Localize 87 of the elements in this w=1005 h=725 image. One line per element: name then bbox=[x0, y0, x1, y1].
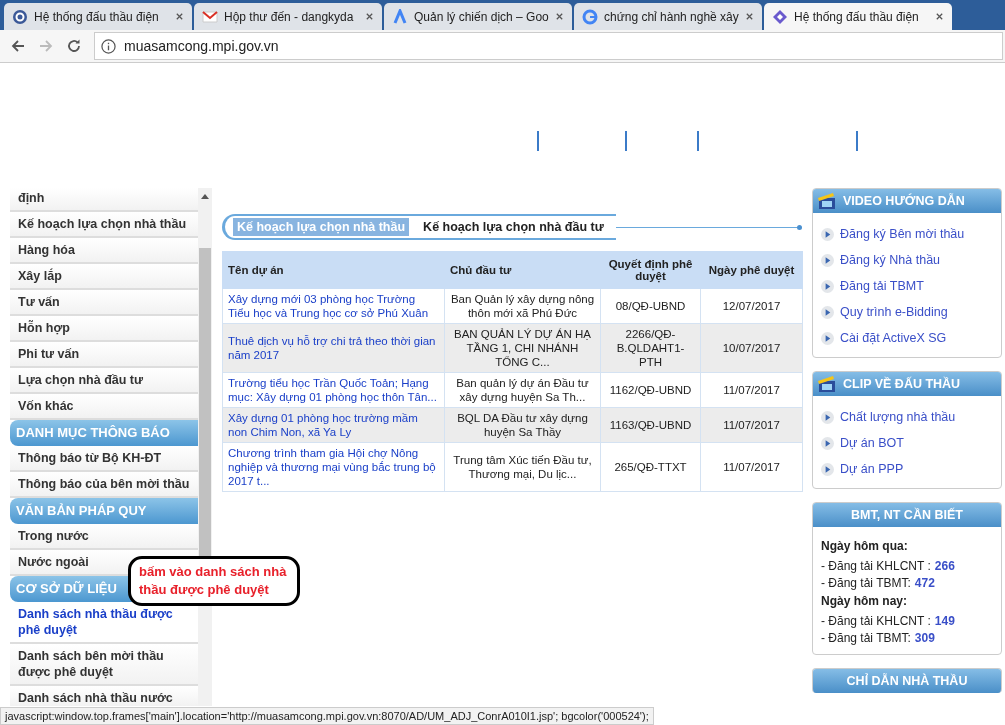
column-header: Tên dự án bbox=[222, 251, 445, 289]
stats-value[interactable]: 149 bbox=[934, 614, 955, 628]
play-bullet-icon bbox=[821, 253, 834, 267]
project-link[interactable]: Chương trình tham gia Hội chợ Nông nghiệp và thương mại vùng bắc trung bộ 2017 t... bbox=[222, 442, 445, 492]
close-icon[interactable] bbox=[175, 12, 184, 21]
table-cell: 11/07/2017 bbox=[700, 407, 803, 443]
table-cell: 08/QĐ-UBND bbox=[600, 288, 701, 324]
browser-tab[interactable]: Quản lý chiến dịch – Goo bbox=[384, 3, 572, 30]
play-bullet-icon bbox=[821, 227, 834, 241]
panel-link[interactable]: Quy trình e-Bidding bbox=[840, 305, 948, 319]
close-icon[interactable] bbox=[935, 12, 944, 21]
project-link[interactable]: Xây dựng 01 phòng học trường mầm non Chim Non, xã Ya Ly bbox=[222, 407, 445, 443]
table-cell: 12/07/2017 bbox=[700, 288, 803, 324]
project-link[interactable]: Thuê dịch vụ hỗ trợ chi trả theo thời gian năm 2017 bbox=[222, 323, 445, 373]
stats-value[interactable]: 309 bbox=[914, 631, 935, 645]
section-header: VĂN BẢN PHÁP QUY bbox=[10, 498, 198, 524]
panel-link[interactable]: Chất lượng nhà thầu bbox=[840, 410, 956, 424]
url-text: muasamcong.mpi.gov.vn bbox=[124, 38, 279, 54]
table-cell: 2266/QĐ-B.QLDAHT1-PTH bbox=[600, 323, 701, 373]
close-icon[interactable] bbox=[365, 12, 374, 21]
table-cell: 1163/QĐ-UBND bbox=[600, 407, 701, 443]
panel-link[interactable]: Cài đặt ActiveX SG bbox=[840, 331, 947, 345]
tab-title: Hộp thư đến - dangkyda bbox=[224, 9, 355, 24]
table-cell: BAN QUẢN LÝ DỰ ÁN HẠ TẦNG 1, CHI NHÁNH TỔNG C... bbox=[444, 323, 601, 373]
tab-title: Hệ thống đấu thầu điện bbox=[34, 9, 160, 24]
play-bullet-icon bbox=[821, 462, 834, 476]
table-cell: 10/07/2017 bbox=[700, 323, 803, 373]
column-header: Quyết định phê duyệt bbox=[600, 251, 701, 289]
table-cell: Ban quản lý dự án Đầu tư xây dựng huyện Sa Th... bbox=[444, 372, 601, 408]
panel-title: VIDEO HƯỚNG DẪN bbox=[843, 194, 965, 208]
clapperboard-icon bbox=[817, 375, 837, 393]
reload-icon[interactable] bbox=[66, 38, 82, 54]
stats-heading: Ngày hôm nay: bbox=[821, 594, 908, 608]
browser-tab[interactable]: Hệ thống đấu thầu điện bbox=[4, 3, 192, 30]
panel-title: CLIP VỀ ĐẤU THẦU bbox=[843, 377, 961, 391]
column-header: Chủ đầu tư bbox=[444, 251, 601, 289]
play-bullet-icon bbox=[821, 410, 834, 424]
browser-tab[interactable]: chứng chỉ hành nghề xây bbox=[574, 3, 762, 30]
favicon-icon bbox=[12, 8, 28, 25]
table-cell: 265/QĐ-TTXT bbox=[600, 442, 701, 492]
table-cell: Ban Quản lý xây dựng nông thôn mới xã Phú Đức bbox=[444, 288, 601, 324]
play-bullet-icon bbox=[821, 331, 834, 345]
info-icon bbox=[101, 38, 116, 54]
section-header: DANH MỤC THÔNG BÁO bbox=[10, 420, 198, 446]
clapperboard-icon bbox=[817, 192, 837, 210]
content-tab[interactable]: Kế hoạch lựa chọn nhà đầu tư bbox=[419, 218, 608, 236]
play-bullet-icon bbox=[821, 436, 834, 450]
tab-title: Quản lý chiến dịch – Goo bbox=[414, 9, 549, 24]
favicon-icon bbox=[772, 8, 788, 25]
stats-label: - Đăng tải TBMT: bbox=[821, 576, 911, 590]
close-icon[interactable] bbox=[745, 12, 754, 21]
table-cell: 11/07/2017 bbox=[700, 372, 803, 408]
status-bar: javascript:window.top.frames['main'].location='http://muasamcong.mpi.gov.vn:8070/AD/UM_ADJ_ConrA010I1.jsp'; bgcolor('000524'); bbox=[0, 707, 654, 725]
stats-value[interactable]: 472 bbox=[914, 576, 935, 590]
panel-link[interactable]: Đăng ký Nhà thầu bbox=[840, 253, 941, 267]
favicon-icon bbox=[392, 8, 408, 25]
address-field[interactable]: muasamcong.mpi.gov.vn bbox=[94, 32, 1003, 60]
panel-title: CHỈ DẪN NHÀ THẦU bbox=[846, 674, 968, 688]
panel-title: BMT, NT CẦN BIẾT bbox=[851, 508, 963, 522]
tab-title: chứng chỉ hành nghề xây bbox=[604, 9, 739, 24]
callout-tooltip: bấm vào danh sách nhà thầu được phê duyệt bbox=[128, 556, 300, 606]
table-cell: BQL DA Đầu tư xây dựng huyện Sa Thầy bbox=[444, 407, 601, 443]
play-bullet-icon bbox=[821, 279, 834, 293]
close-icon[interactable] bbox=[555, 12, 564, 21]
play-bullet-icon bbox=[821, 305, 834, 319]
browser-tab[interactable]: Hộp thư đến - dangkyda bbox=[194, 3, 382, 30]
panel-link[interactable]: Đăng tải TBMT bbox=[840, 279, 924, 293]
panel-link[interactable]: Dự án PPP bbox=[840, 462, 904, 476]
table-cell: Trung tâm Xúc tiến Đầu tư, Thương mại, Du lịc... bbox=[444, 442, 601, 492]
favicon-icon bbox=[582, 8, 598, 25]
stats-label: - Đăng tải TBMT: bbox=[821, 631, 911, 645]
browser-tab[interactable]: Hệ thống đấu thầu điện bbox=[764, 3, 952, 30]
favicon-icon bbox=[202, 8, 218, 25]
stats-label: - Đăng tải KHLCNT : bbox=[821, 614, 931, 628]
scroll-up-icon[interactable] bbox=[201, 194, 209, 199]
back-icon[interactable] bbox=[10, 38, 26, 54]
stats-heading: Ngày hôm qua: bbox=[821, 539, 909, 553]
table-cell: 11/07/2017 bbox=[700, 442, 803, 492]
panel-link[interactable]: Đăng ký Bên mời thầu bbox=[840, 227, 965, 241]
table-cell: 1162/QĐ-UBND bbox=[600, 372, 701, 408]
stats-label: - Đăng tải KHLCNT : bbox=[821, 559, 931, 573]
column-header: Ngày phê duyệt bbox=[700, 251, 803, 289]
panel-link[interactable]: Dự án BOT bbox=[840, 436, 904, 450]
stats-value[interactable]: 266 bbox=[934, 559, 955, 573]
project-link[interactable]: Trường tiểu học Trần Quốc Toản; Hạng mục: Xây dựng 01 phòng học thôn Tân... bbox=[222, 372, 445, 408]
tab-title: Hệ thống đấu thầu điện bbox=[794, 9, 920, 24]
project-link[interactable]: Xây dựng mới 03 phòng học Trường Tiểu học và Trung học cơ sở Phú Xuân bbox=[222, 288, 445, 324]
